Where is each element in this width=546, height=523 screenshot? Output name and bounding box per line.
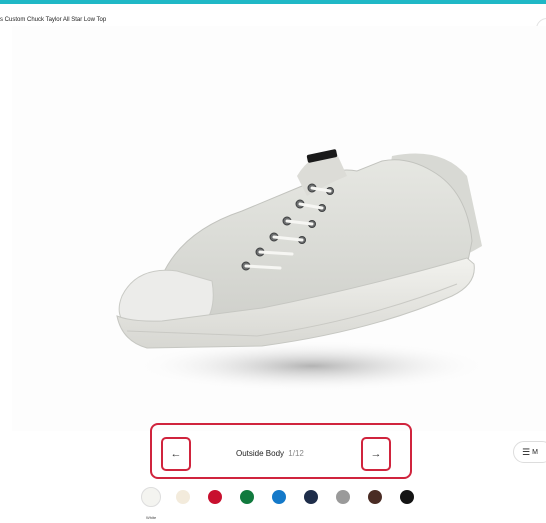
menu-icon: ☰ bbox=[522, 446, 531, 457]
product-viewer[interactable] bbox=[12, 26, 546, 431]
color-swatch[interactable] bbox=[304, 490, 318, 504]
sneaker-image bbox=[116, 149, 492, 392]
color-swatch-row bbox=[141, 487, 414, 510]
section-indicator: Outside Body 1/12 bbox=[236, 449, 304, 458]
previous-section-button[interactable]: ← bbox=[161, 437, 191, 471]
color-swatch[interactable] bbox=[272, 490, 286, 504]
selected-color-label: White bbox=[146, 515, 157, 520]
section-count: 1/12 bbox=[288, 449, 304, 458]
color-swatch[interactable] bbox=[368, 490, 382, 504]
section-name: Outside Body bbox=[236, 449, 285, 458]
color-swatch[interactable] bbox=[176, 490, 190, 504]
color-swatch[interactable] bbox=[240, 490, 254, 504]
color-swatch[interactable] bbox=[141, 487, 161, 507]
next-section-button[interactable]: → bbox=[361, 437, 391, 471]
top-accent-bar bbox=[0, 0, 546, 4]
color-swatch[interactable] bbox=[336, 490, 350, 504]
color-swatch[interactable] bbox=[400, 490, 414, 504]
color-swatch[interactable] bbox=[208, 490, 222, 504]
arrow-right-icon: → bbox=[370, 448, 382, 460]
menu-button[interactable]: ☰ M bbox=[513, 441, 546, 463]
arrow-left-icon: ← bbox=[170, 448, 182, 460]
menu-button-label: M bbox=[532, 448, 538, 456]
product-title: s Custom Chuck Taylor All Star Low Top bbox=[0, 17, 107, 23]
